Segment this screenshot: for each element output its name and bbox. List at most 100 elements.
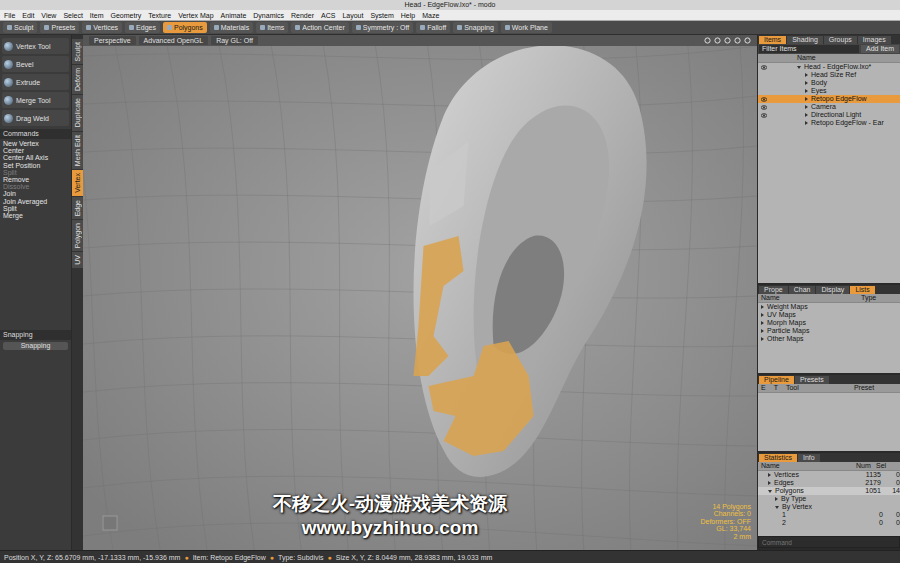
expand-icon[interactable] bbox=[761, 313, 764, 317]
toolbar-button[interactable]: Falloff bbox=[416, 22, 450, 33]
expand-icon[interactable] bbox=[805, 97, 808, 101]
menu-item[interactable]: Item bbox=[90, 12, 104, 19]
vertical-tab[interactable]: UV bbox=[72, 252, 83, 268]
viewport-option[interactable]: Advanced OpenGL bbox=[139, 36, 209, 45]
vertical-tab[interactable]: Sculpt bbox=[72, 39, 83, 64]
command-item[interactable]: Merge bbox=[3, 212, 68, 219]
toolbar-button[interactable]: Action Center bbox=[291, 22, 348, 33]
toolbar-button[interactable]: Materials bbox=[210, 22, 253, 33]
item-row[interactable]: Eyes bbox=[758, 87, 900, 95]
eye-icon[interactable] bbox=[761, 104, 769, 110]
expand-icon[interactable] bbox=[797, 66, 801, 69]
snapping-button[interactable]: Snapping bbox=[3, 342, 68, 350]
viewport-option[interactable]: Ray GL: Off bbox=[211, 36, 258, 45]
viewport-nav-icon[interactable] bbox=[734, 37, 741, 44]
menu-item[interactable]: Layout bbox=[342, 12, 363, 19]
command-item[interactable]: New Vertex bbox=[3, 140, 68, 147]
expand-icon[interactable] bbox=[768, 490, 772, 493]
expand-icon[interactable] bbox=[761, 321, 764, 325]
toolbar-button[interactable]: Sculpt bbox=[3, 22, 37, 33]
eye-icon[interactable] bbox=[761, 72, 769, 78]
panel-tab[interactable]: Items bbox=[759, 36, 786, 44]
vertical-tab[interactable]: Deform bbox=[72, 65, 83, 94]
panel-tab[interactable]: Lists bbox=[850, 286, 874, 294]
vertical-tab[interactable]: Edge bbox=[72, 197, 83, 219]
vertical-tab[interactable]: Mesh Edit bbox=[72, 132, 83, 169]
viewport-option[interactable]: Perspective bbox=[89, 36, 136, 45]
list-row[interactable]: Morph Maps bbox=[758, 319, 900, 327]
eye-icon[interactable] bbox=[761, 80, 769, 86]
panel-tab[interactable]: Chan bbox=[789, 286, 816, 294]
panel-tab[interactable]: Groups bbox=[824, 36, 857, 44]
item-row[interactable]: Directional Light bbox=[758, 111, 900, 119]
tool-button[interactable]: Vertex Tool bbox=[2, 38, 69, 54]
item-row[interactable]: Head - EdgeFlow.lxo* bbox=[758, 63, 900, 71]
command-item[interactable]: Center All Axis bbox=[3, 154, 68, 161]
eye-icon[interactable] bbox=[761, 96, 769, 102]
command-item[interactable]: Set Position bbox=[3, 162, 68, 169]
menu-item[interactable]: Vertex Map bbox=[178, 12, 213, 19]
panel-tab[interactable]: Presets bbox=[795, 376, 829, 384]
toolbar-button[interactable]: Snapping bbox=[453, 22, 498, 33]
statistics-row[interactable]: Edges 2179 0 bbox=[758, 479, 900, 487]
eye-icon[interactable] bbox=[761, 64, 769, 70]
expand-icon[interactable] bbox=[761, 305, 764, 309]
menu-item[interactable]: File bbox=[4, 12, 15, 19]
vertical-tab[interactable]: Vertex bbox=[72, 170, 83, 196]
panel-tab[interactable]: Images bbox=[858, 36, 891, 44]
menu-item[interactable]: Help bbox=[401, 12, 415, 19]
tool-button[interactable]: Drag Weld bbox=[2, 110, 69, 126]
expand-icon[interactable] bbox=[768, 481, 771, 485]
list-row[interactable]: Particle Maps bbox=[758, 327, 900, 335]
menu-item[interactable]: ACS bbox=[321, 12, 335, 19]
toolbar-button[interactable]: Vertices bbox=[82, 22, 122, 33]
menu-item[interactable]: Maze bbox=[422, 12, 439, 19]
menu-item[interactable]: Texture bbox=[148, 12, 171, 19]
statistics-row[interactable]: Vertices 1135 0 bbox=[758, 471, 900, 479]
viewport-nav-icon[interactable] bbox=[704, 37, 711, 44]
viewport-nav-icon[interactable] bbox=[724, 37, 731, 44]
filter-dropdown[interactable]: Filter Items bbox=[759, 45, 859, 53]
statistics-row[interactable]: 1 0 0 bbox=[758, 511, 900, 519]
viewport-nav-icon[interactable] bbox=[744, 37, 751, 44]
list-row[interactable]: UV Maps bbox=[758, 311, 900, 319]
menu-item[interactable]: Dynamics bbox=[253, 12, 284, 19]
toolbar-button[interactable]: Edges bbox=[125, 22, 160, 33]
eye-icon[interactable] bbox=[761, 120, 769, 126]
menu-item[interactable]: Render bbox=[291, 12, 314, 19]
expand-icon[interactable] bbox=[805, 81, 808, 85]
menu-item[interactable]: System bbox=[370, 12, 393, 19]
command-item[interactable]: Split bbox=[3, 169, 68, 176]
item-row[interactable]: Camera bbox=[758, 103, 900, 111]
panel-tab[interactable]: Statistics bbox=[759, 454, 797, 462]
expand-icon[interactable] bbox=[775, 506, 779, 509]
toolbar-button[interactable]: Items bbox=[256, 22, 288, 33]
tool-button[interactable]: Extrude bbox=[2, 74, 69, 90]
toolbar-button[interactable]: Polygons bbox=[163, 22, 207, 33]
expand-icon[interactable] bbox=[775, 497, 778, 501]
toolbar-button[interactable]: Work Plane bbox=[501, 22, 552, 33]
command-item[interactable]: Remove bbox=[3, 176, 68, 183]
expand-icon[interactable] bbox=[768, 473, 771, 477]
statistics-row[interactable]: Polygons 1051 14 bbox=[758, 487, 900, 495]
3d-canvas[interactable]: 14 PolygonsChannels: 0Deformers: OFFGL: … bbox=[83, 46, 757, 550]
expand-icon[interactable] bbox=[761, 337, 764, 341]
statistics-row[interactable]: 2 0 0 bbox=[758, 519, 900, 527]
item-row[interactable]: Body bbox=[758, 79, 900, 87]
menu-item[interactable]: Geometry bbox=[110, 12, 141, 19]
eye-icon[interactable] bbox=[761, 88, 769, 94]
command-item[interactable]: Join bbox=[3, 190, 68, 197]
statistics-row[interactable]: By Vertex bbox=[758, 503, 900, 511]
command-item[interactable]: Split bbox=[3, 205, 68, 212]
tool-button[interactable]: Bevel bbox=[2, 56, 69, 72]
statistics-row[interactable]: By Type bbox=[758, 495, 900, 503]
vertical-tab[interactable]: Polygon bbox=[72, 220, 83, 251]
panel-tab[interactable]: Prope bbox=[759, 286, 788, 294]
panel-tab[interactable]: Shading bbox=[787, 36, 823, 44]
expand-icon[interactable] bbox=[805, 73, 808, 77]
panel-tab[interactable]: Display bbox=[816, 286, 849, 294]
vertical-tab[interactable]: Duplicate bbox=[72, 95, 83, 130]
expand-icon[interactable] bbox=[805, 121, 808, 125]
command-field[interactable] bbox=[758, 536, 900, 548]
expand-icon[interactable] bbox=[761, 329, 764, 333]
